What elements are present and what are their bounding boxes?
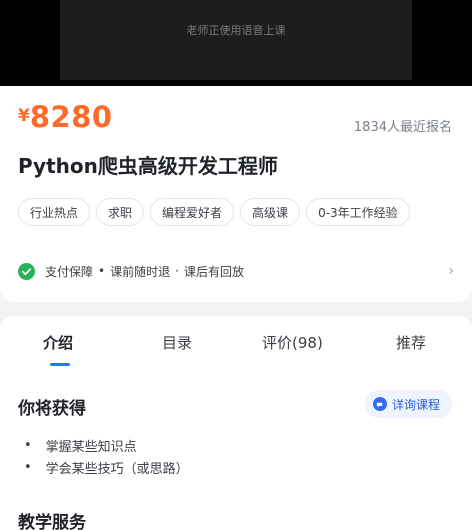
- video-frame: 老师正使用语音上课: [60, 0, 412, 80]
- guarantee-item: 课后有回放: [183, 264, 244, 279]
- course-detail-panel: 介绍 目录 评价(98) 推荐 你将获得 详询课程 掌握某些知识点 学会某些技巧…: [0, 316, 472, 530]
- course-tags: 行业热点 求职 编程爱好者 高级课 0-3年工作经验: [18, 198, 410, 226]
- consult-course-button[interactable]: 详询课程: [364, 390, 452, 418]
- active-tab-indicator: [50, 363, 70, 366]
- check-shield-icon: [18, 262, 35, 280]
- guarantee-label: 支付保障: [45, 264, 94, 279]
- detail-tabs: 介绍 目录 评价(98) 推荐: [0, 326, 472, 366]
- currency-symbol: ¥: [18, 106, 30, 126]
- payment-guarantee-row[interactable]: 支付保障 • 课前随时退 · 课后有回放 ›: [18, 258, 454, 284]
- course-tag[interactable]: 编程爱好者: [150, 198, 235, 226]
- chat-icon: [372, 397, 387, 411]
- enroll-count: 1834人最近报名: [353, 120, 452, 135]
- tab-catalog[interactable]: 目录: [162, 332, 192, 353]
- course-info-card: ¥8280 1834人最近报名 Python爬虫高级开发工程师 行业热点 求职 …: [0, 86, 472, 302]
- course-tag[interactable]: 高级课: [240, 198, 301, 226]
- guarantee-item: 课前随时退: [110, 264, 171, 279]
- service-section-title: 教学服务: [18, 513, 86, 530]
- video-caption: 老师正使用语音上课: [186, 24, 286, 37]
- list-item: 掌握某些知识点: [24, 434, 189, 456]
- guarantee-separator: ·: [175, 264, 179, 278]
- consult-label: 详询课程: [391, 397, 440, 412]
- price-value: 8280: [29, 100, 113, 134]
- list-item: 学会某些技巧（或思路）: [24, 456, 189, 478]
- tab-reviews[interactable]: 评价(98): [262, 332, 323, 353]
- guarantee-separator-icon: •: [98, 264, 106, 278]
- chevron-right-icon: ›: [448, 263, 454, 279]
- course-tag[interactable]: 行业热点: [18, 198, 91, 226]
- course-tag[interactable]: 求职: [96, 198, 145, 226]
- course-tag[interactable]: 0-3年工作经验: [306, 198, 410, 226]
- video-player[interactable]: 老师正使用语音上课: [0, 0, 472, 86]
- gain-section-title: 你将获得: [18, 399, 86, 419]
- course-title: Python爬虫高级开发工程师: [18, 154, 278, 178]
- course-price: ¥8280: [18, 100, 113, 134]
- tab-intro[interactable]: 介绍: [43, 332, 73, 353]
- gain-list: 掌握某些知识点 学会某些技巧（或思路）: [24, 434, 189, 478]
- tab-recommend[interactable]: 推荐: [396, 332, 426, 353]
